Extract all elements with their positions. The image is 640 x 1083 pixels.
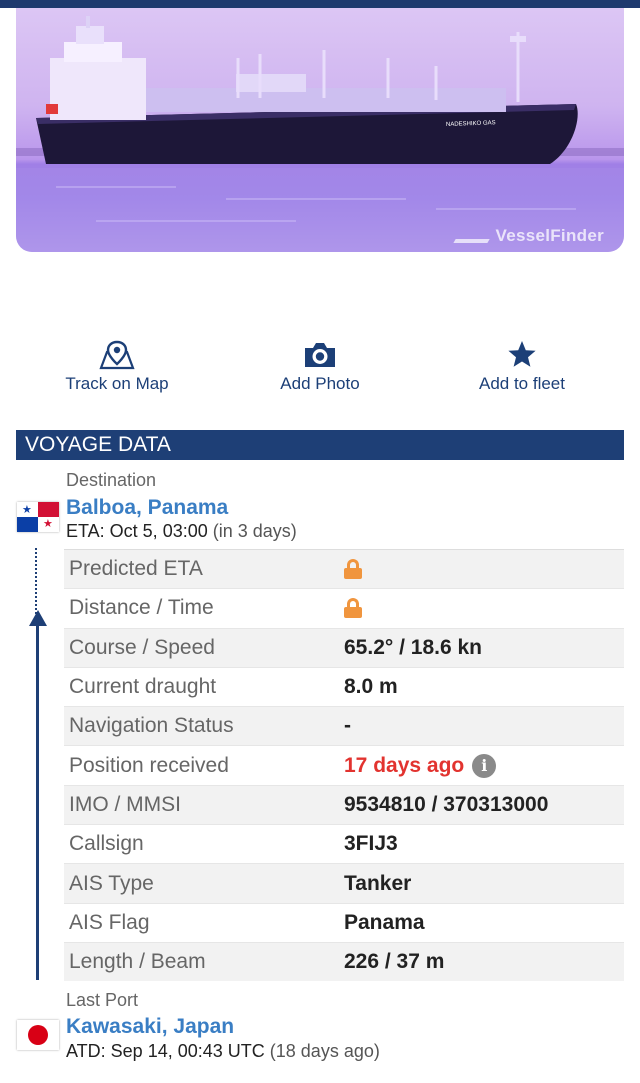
row-value: 65.2° / 18.6 kn	[344, 635, 482, 659]
japan-flag-icon	[17, 1020, 59, 1050]
watermark-text: VesselFinder	[495, 226, 604, 245]
track-on-map-label: Track on Map	[65, 374, 169, 393]
vessel-illustration: NADESHIKO GAS	[16, 16, 624, 252]
row-value: 8.0 m	[344, 675, 398, 699]
row-key: Predicted ETA	[69, 557, 203, 581]
destination-caption: Destination	[66, 470, 157, 490]
table-row-course-speed: Course / Speed 65.2° / 18.6 kn	[64, 627, 624, 667]
row-value: 3FIJ3	[344, 832, 398, 856]
table-row-navigation-status: Navigation Status -	[64, 706, 624, 746]
lock-icon[interactable]	[344, 598, 362, 619]
lock-icon[interactable]	[344, 559, 362, 580]
atd-relative: (18 days ago)	[269, 1041, 380, 1061]
table-row-predicted-eta: Predicted ETA	[64, 549, 624, 589]
row-key: Position received	[69, 753, 229, 777]
add-photo-label: Add Photo	[280, 374, 360, 393]
track-on-map-button[interactable]: Track on Map	[17, 338, 217, 394]
row-key: Navigation Status	[69, 714, 234, 738]
row-value: Panama	[344, 910, 425, 934]
add-photo-button[interactable]: Add Photo	[220, 338, 420, 394]
row-value: 17 days ago i	[344, 753, 497, 778]
row-value: 226 / 37 m	[344, 950, 445, 974]
row-key: AIS Type	[69, 871, 154, 895]
route-remaining-dotted-line	[35, 548, 37, 614]
row-key: AIS Flag	[69, 910, 150, 934]
vesselfinder-watermark: VesselFinder	[452, 226, 605, 246]
table-row-position-received: Position received 17 days ago i	[64, 745, 624, 784]
vessel-photo[interactable]: NADESHIKO GAS VesselFinder	[16, 8, 624, 252]
row-value: 9534810 / 370313000	[344, 792, 549, 816]
destination-port-link[interactable]: Balboa, Panama	[66, 496, 228, 520]
last-port-atd: ATD: Sep 14, 00:43 UTC (18 days ago)	[66, 1041, 380, 1062]
row-key: Current draught	[69, 675, 217, 699]
voyage-data-header: VOYAGE DATA	[16, 430, 624, 460]
camera-icon	[305, 343, 335, 367]
row-value[interactable]	[344, 559, 362, 580]
top-bar	[0, 0, 640, 8]
table-row-imo-mmsi: IMO / MMSI 9534810 / 370313000	[64, 784, 624, 825]
last-port-caption: Last Port	[66, 990, 139, 1010]
eta-relative: (in 3 days)	[212, 521, 297, 541]
row-key: Course / Speed	[69, 635, 215, 659]
vesselfinder-logo-icon	[452, 227, 497, 243]
table-row-callsign: Callsign 3FIJ3	[64, 824, 624, 863]
vessel-actions: Track on Map Add Photo Add to fleet	[16, 338, 624, 398]
row-value[interactable]	[344, 598, 362, 619]
table-row-current-draught: Current draught 8.0 m	[64, 666, 624, 706]
row-key: Callsign	[69, 832, 144, 856]
atd-text: ATD: Sep 14, 00:43 UTC	[66, 1041, 265, 1061]
star-icon	[508, 341, 536, 367]
row-key: Length / Beam	[69, 950, 206, 974]
add-to-fleet-label: Add to fleet	[478, 374, 565, 393]
voyage-data-table: Predicted ETA Distance / Time Course / S…	[64, 549, 624, 982]
add-to-fleet-button[interactable]: Add to fleet	[422, 338, 622, 394]
row-value: -	[344, 714, 351, 738]
last-port-link[interactable]: Kawasaki, Japan	[66, 1015, 234, 1039]
eta-text: ETA: Oct 5, 03:00	[66, 521, 208, 541]
table-row-ais-type: AIS Type Tanker	[64, 863, 624, 903]
info-icon[interactable]: i	[472, 753, 497, 778]
map-pin-icon	[99, 340, 135, 370]
destination-eta: ETA: Oct 5, 03:00 (in 3 days)	[66, 521, 297, 542]
table-row-length-beam: Length / Beam 226 / 37 m	[64, 941, 624, 982]
row-value: Tanker	[344, 871, 412, 895]
route-travelled-line	[36, 620, 39, 980]
row-key: IMO / MMSI	[69, 792, 181, 816]
panama-flag-icon: ★ ★	[17, 502, 59, 532]
position-received-value: 17 days ago	[344, 753, 465, 777]
table-row-ais-flag: AIS Flag Panama	[64, 902, 624, 942]
table-row-distance-time: Distance / Time	[64, 588, 624, 627]
row-key: Distance / Time	[69, 596, 214, 620]
